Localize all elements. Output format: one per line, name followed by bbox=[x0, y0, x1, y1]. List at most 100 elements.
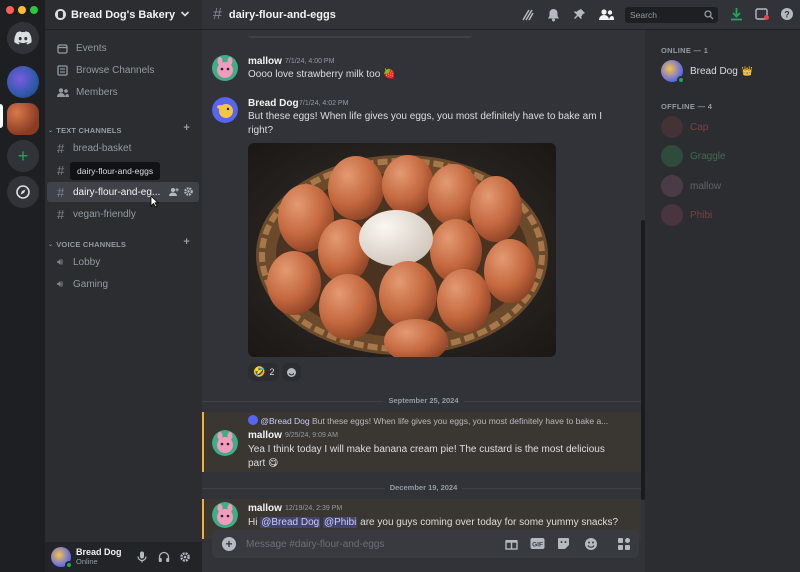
add-server-icon[interactable]: + bbox=[7, 140, 39, 172]
member-graggle[interactable]: Graggle bbox=[661, 143, 791, 169]
sticker-icon[interactable] bbox=[557, 537, 570, 550]
channel-vegan-friendly[interactable]: # vegan-friendly bbox=[47, 204, 199, 224]
channel-label: bread-basket bbox=[73, 142, 132, 154]
avatar-mallow[interactable] bbox=[212, 430, 238, 456]
reply-text: But these eggs! When life gives you eggs… bbox=[312, 416, 609, 426]
browse-channels-icon bbox=[57, 64, 70, 76]
voice-channel-lobby[interactable]: 🔊︎ Lobby bbox=[47, 252, 199, 272]
message-input-placeholder[interactable]: Message #dairy-flour-and-eggs bbox=[246, 539, 384, 550]
message-text: Hi @Bread Dog @Phibi are you guys coming… bbox=[248, 516, 618, 530]
author-name[interactable]: mallow bbox=[248, 430, 282, 441]
emoji-picker-icon[interactable] bbox=[584, 537, 598, 551]
members-icon bbox=[57, 87, 70, 98]
search-icon bbox=[704, 10, 714, 20]
gift-icon[interactable] bbox=[505, 537, 518, 550]
online-header: ONLINE — 1 bbox=[661, 46, 709, 55]
headphones-icon[interactable] bbox=[158, 551, 170, 563]
channel-label: dairy-flour-and-eg... bbox=[73, 186, 161, 198]
chevron-down-icon: ⌄ bbox=[48, 127, 54, 134]
reaction-rofl[interactable]: 🤣 2 bbox=[248, 363, 280, 381]
pinned-messages-icon[interactable] bbox=[573, 8, 586, 21]
member-bread-dog[interactable]: Bread Dog 👑 bbox=[661, 58, 791, 84]
channel-label: Lobby bbox=[73, 256, 101, 268]
add-reaction-icon bbox=[287, 367, 296, 377]
channel-sidebar: Bread Dog's Bakery Events Browse Channel… bbox=[45, 0, 202, 572]
gif-icon[interactable]: GIF bbox=[530, 537, 545, 550]
voice-channels-category[interactable]: ⌄ VOICE CHANNELS + bbox=[45, 236, 202, 251]
hashtag-icon: # bbox=[57, 162, 65, 178]
text-channels-category[interactable]: ⌄ TEXT CHANNELS + bbox=[45, 122, 202, 137]
channel-settings-gear-icon[interactable] bbox=[183, 186, 194, 197]
member-avatar bbox=[661, 116, 683, 138]
author-name[interactable]: mallow bbox=[248, 56, 282, 67]
member-name: mallow bbox=[690, 180, 722, 192]
search-placeholder: Search bbox=[630, 10, 657, 20]
nav-browse-channels[interactable]: Browse Channels bbox=[47, 60, 199, 80]
avatar-mallow[interactable] bbox=[212, 502, 238, 528]
discord-home-icon[interactable] bbox=[7, 22, 39, 54]
reply-preview[interactable]: @Bread Dog But these eggs! When life giv… bbox=[248, 415, 608, 426]
member-avatar bbox=[661, 204, 683, 226]
upload-plus-icon[interactable]: + bbox=[222, 537, 236, 551]
user-name: Bread Dog bbox=[76, 547, 122, 557]
member-avatar bbox=[661, 145, 683, 167]
author-name[interactable]: mallow bbox=[248, 503, 282, 514]
minimize-window-button[interactable] bbox=[18, 6, 26, 14]
download-icon[interactable] bbox=[730, 7, 743, 21]
add-text-channel-icon[interactable]: + bbox=[183, 122, 190, 134]
threads-icon[interactable] bbox=[521, 8, 535, 22]
date-divider-label: September 25, 2024 bbox=[202, 396, 645, 405]
svg-text:GIF: GIF bbox=[532, 542, 543, 549]
user-mention[interactable]: @Phibi bbox=[322, 517, 358, 528]
nav-events-label: Events bbox=[76, 42, 107, 54]
online-status-dot bbox=[677, 76, 685, 84]
message-composer[interactable]: + Message #dairy-flour-and-eggs GIF bbox=[212, 530, 639, 558]
microphone-icon[interactable] bbox=[137, 551, 147, 563]
avatar-mallow[interactable] bbox=[212, 55, 238, 81]
inbox-icon[interactable] bbox=[755, 7, 769, 21]
egg-basket-image[interactable] bbox=[248, 143, 556, 357]
add-voice-channel-icon[interactable]: + bbox=[183, 236, 190, 248]
server-header[interactable]: Bread Dog's Bakery bbox=[45, 0, 202, 30]
member-list-icon[interactable] bbox=[599, 8, 614, 21]
online-status-dot bbox=[65, 561, 73, 569]
message-timestamp: 7/1/24, 4:02 PM bbox=[299, 100, 349, 107]
user-mention[interactable]: @Bread Dog bbox=[260, 517, 321, 528]
avatar-bread-dog[interactable] bbox=[212, 97, 238, 123]
voice-channel-gaming[interactable]: 🔊︎ Gaming bbox=[47, 274, 199, 294]
channel-title: dairy-flour-and-eggs bbox=[228, 8, 336, 21]
channel-label: vegan-friendly bbox=[73, 208, 136, 220]
member-cap[interactable]: Cap bbox=[661, 114, 791, 140]
message-body-cont: right? bbox=[248, 125, 274, 136]
invite-member-icon[interactable] bbox=[169, 187, 179, 197]
user-status: Online bbox=[76, 557, 98, 566]
help-icon[interactable]: ? bbox=[780, 7, 794, 21]
apps-icon[interactable] bbox=[617, 537, 631, 551]
author-name[interactable]: Bread Dog bbox=[248, 98, 299, 109]
user-avatar[interactable] bbox=[51, 547, 73, 569]
member-mallow[interactable]: mallow bbox=[661, 173, 791, 199]
voice-channels-label: VOICE CHANNELS bbox=[56, 239, 127, 249]
close-window-button[interactable] bbox=[6, 6, 14, 14]
reply-author: @Bread Dog bbox=[260, 416, 310, 426]
message-body: But these eggs! When life gives you eggs… bbox=[248, 111, 603, 122]
maximize-window-button[interactable] bbox=[30, 6, 38, 14]
explore-servers-icon[interactable] bbox=[7, 176, 39, 208]
user-settings-gear-icon[interactable] bbox=[179, 551, 191, 563]
server-icon-bakery[interactable] bbox=[7, 103, 39, 135]
notification-bell-icon[interactable] bbox=[547, 8, 560, 22]
add-reaction-button[interactable] bbox=[282, 363, 301, 381]
nav-events[interactable]: Events bbox=[47, 38, 199, 58]
server-icon-planet[interactable] bbox=[7, 66, 39, 98]
member-list: ONLINE — 1 Bread Dog 👑 OFFLINE — 4 Cap G… bbox=[645, 30, 800, 572]
yum-emoji: 😋 bbox=[268, 458, 279, 469]
member-phibi[interactable]: Phibi bbox=[661, 202, 791, 228]
message-timestamp: 7/1/24, 4:00 PM bbox=[285, 58, 335, 65]
channel-dairy-flour-and-eggs[interactable]: # dairy-flour-and-eg... bbox=[47, 182, 199, 202]
channel-bread-basket[interactable]: # bread-basket bbox=[47, 138, 199, 158]
search-input[interactable]: Search bbox=[625, 7, 718, 23]
chevron-down-icon: ⌄ bbox=[48, 241, 54, 248]
nav-members[interactable]: Members bbox=[47, 82, 199, 102]
text-channels-label: TEXT CHANNELS bbox=[56, 125, 122, 135]
chevron-down-icon[interactable] bbox=[180, 9, 190, 19]
